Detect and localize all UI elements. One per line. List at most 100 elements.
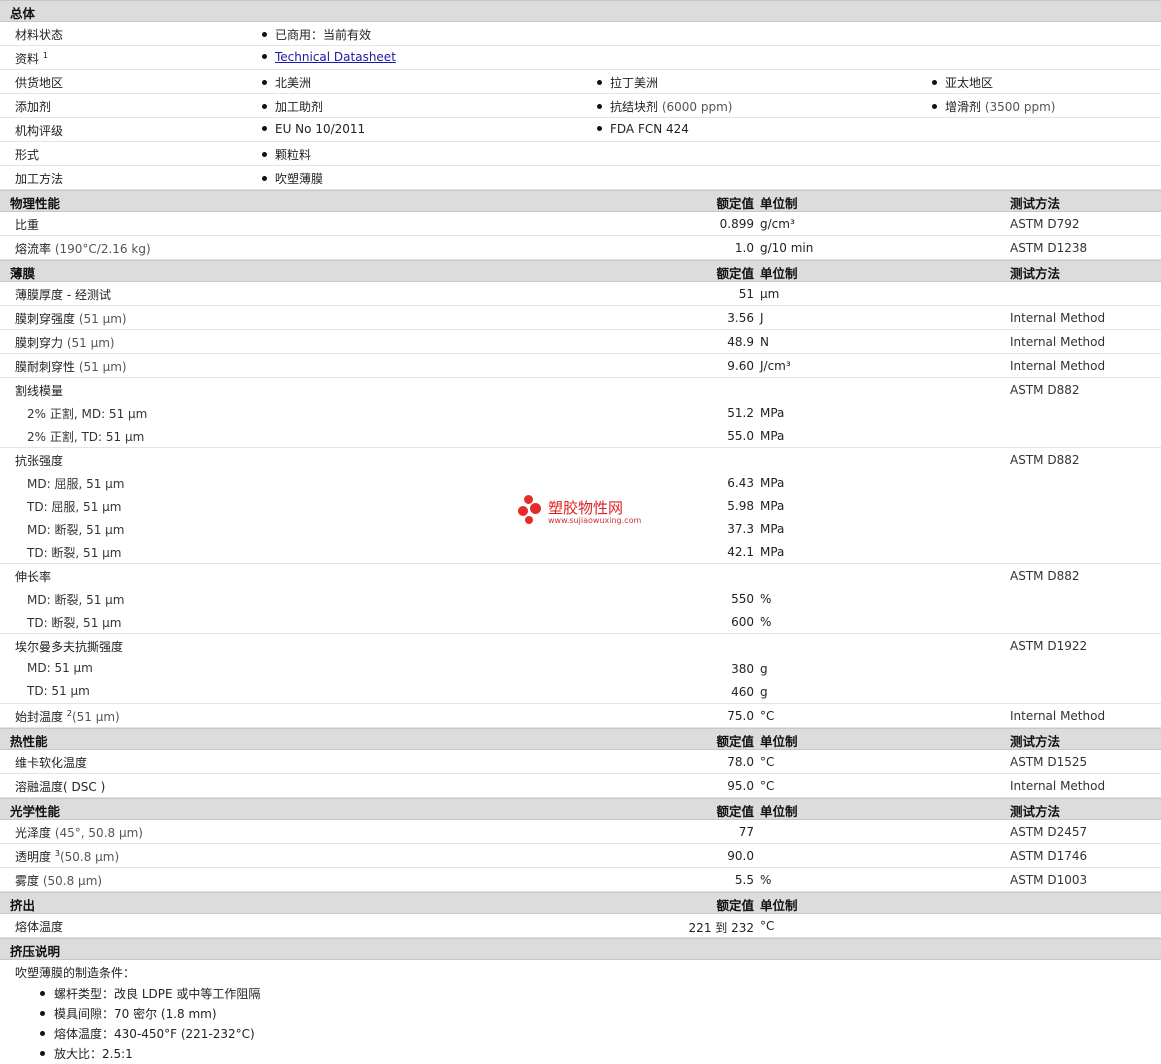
bullet-icon: [262, 80, 267, 85]
row-tear-td: TD: 51 µm 460 g: [0, 680, 1161, 704]
row-method: Internal Method: [1010, 311, 1106, 325]
header-value: 额定值: [716, 196, 754, 211]
section-header-notes: 挤压说明: [0, 938, 1161, 960]
row-film-thickness: 薄膜厚度 - 经测试 51 µm: [0, 282, 1161, 306]
header-value: 额定值: [716, 266, 754, 281]
row-process: 加工方法 吹塑薄膜: [0, 166, 1161, 190]
bullet-icon: [262, 176, 267, 181]
section-header-general: 总体: [0, 0, 1161, 22]
section-title: 挤出: [10, 898, 36, 913]
row-agency: 机构评级 EU No 10/2011 FDA FCN 424: [0, 118, 1161, 142]
watermark-url: www.sujiaowuxing.com: [548, 516, 642, 525]
list-item: 放大比：2.5:1: [40, 1044, 1161, 1064]
row-value: 3.56: [727, 311, 754, 325]
row-sublabel: MD: 屈服, 51 µm: [27, 477, 125, 491]
additive-item: 增滑剂 (3500 ppm): [932, 98, 1055, 115]
row-label: 抗张强度: [15, 454, 64, 468]
row-unit: g: [760, 662, 768, 676]
row-value: 0.899: [719, 217, 754, 231]
row-dart-impact: 膜刺穿强度 (51 µm) 3.56 J Internal Method: [0, 306, 1161, 330]
row-value: 221 到 232: [688, 921, 754, 935]
row-method: ASTM D1922: [1010, 639, 1088, 653]
row-elmendorf-tear: 埃尔曼多夫抗撕强度 ASTM D1922: [0, 634, 1161, 657]
bullet-icon: [40, 1011, 45, 1016]
row-specific-gravity: 比重 0.899 g/cm³ ASTM D792: [0, 212, 1161, 236]
row-supply-region: 供货地区 北美洲 拉丁美洲 亚太地区: [0, 70, 1161, 94]
datasheet-link[interactable]: Technical Datasheet: [275, 50, 396, 64]
row-method: ASTM D1525: [1010, 755, 1088, 769]
row-label: 加工方法: [15, 172, 64, 186]
row-secant-modulus: 割线模量 ASTM D882: [0, 378, 1161, 401]
bullet-icon: [262, 126, 267, 131]
row-elongation: 伸长率 ASTM D882: [0, 564, 1161, 587]
row-form: 形式 颗粒料: [0, 142, 1161, 166]
footnote-marker: 1: [42, 51, 48, 60]
row-method: ASTM D882: [1010, 453, 1080, 467]
bullet-icon: [262, 104, 267, 109]
additive-item: 加工助剂: [262, 98, 323, 115]
header-method: 测试方法: [1010, 734, 1061, 749]
row-label: 雾度 (50.8 µm): [15, 874, 103, 888]
row-label: 资料 1: [15, 51, 48, 66]
bullet-icon: [40, 1031, 45, 1036]
row-unit: %: [760, 873, 772, 887]
row-value: 42.1: [727, 545, 754, 559]
row-value: 77: [738, 825, 754, 839]
row-value: 51: [738, 287, 754, 301]
row-value: 1.0: [734, 241, 754, 255]
list-item: 熔体温度：430-450°F (221-232°C): [40, 1024, 1161, 1044]
row-label: 光泽度 (45°, 50.8 µm): [15, 826, 143, 840]
row-unit: J: [760, 311, 764, 325]
notes-intro: 吹塑薄膜的制造条件：: [15, 966, 136, 980]
header-unit: 单位制: [760, 266, 798, 281]
agency-item: EU No 10/2011: [262, 122, 365, 136]
row-label: 溶融温度( DSC ): [15, 780, 106, 794]
row-value: 37.3: [727, 522, 754, 536]
bullet-icon: [932, 104, 937, 109]
row-label: 熔体温度: [15, 920, 64, 934]
row-method: Internal Method: [1010, 335, 1106, 349]
row-method: Internal Method: [1010, 359, 1106, 373]
row-label: 比重: [15, 218, 40, 232]
header-unit: 单位制: [760, 196, 798, 211]
row-label: 材料状态: [15, 28, 64, 42]
bullet-icon: [262, 152, 267, 157]
list-item: 模具间隙：70 密尔 (1.8 mm): [40, 1004, 1161, 1024]
row-method: ASTM D882: [1010, 569, 1080, 583]
section-header-optical: 光学性能 额定值 单位制 测试方法: [0, 798, 1161, 820]
row-unit: °C: [760, 709, 775, 723]
row-value: 6.43: [727, 476, 754, 490]
row-unit: MPa: [760, 476, 785, 490]
header-unit: 单位制: [760, 898, 798, 913]
row-value: 90.0: [727, 849, 754, 863]
row-seal-initiation: 始封温度 2(51 µm) 75.0 °C Internal Method: [0, 704, 1161, 728]
row-label: 始封温度 2(51 µm): [15, 709, 120, 724]
header-unit: 单位制: [760, 734, 798, 749]
row-label: 供货地区: [15, 76, 64, 90]
row-sublabel: TD: 断裂, 51 µm: [27, 616, 122, 630]
row-unit: °C: [760, 755, 775, 769]
row-documents: 资料 1 Technical Datasheet: [0, 46, 1161, 70]
row-value: 5.98: [727, 499, 754, 513]
row-value: 95.0: [727, 779, 754, 793]
extrusion-notes: 吹塑薄膜的制造条件： 螺杆类型：改良 LDPE 或中等工作阻隔 模具间隙：70 …: [0, 960, 1161, 1064]
row-sublabel: TD: 断裂, 51 µm: [27, 546, 122, 560]
header-value: 额定值: [716, 804, 754, 819]
row-label: 膜刺穿强度 (51 µm): [15, 312, 127, 326]
header-method: 测试方法: [1010, 266, 1061, 281]
row-label: 薄膜厚度 - 经测试: [15, 288, 111, 302]
row-sublabel: MD: 断裂, 51 µm: [27, 593, 125, 607]
agency-item: FDA FCN 424: [597, 122, 689, 136]
row-tensile-strength: 抗张强度 ASTM D882: [0, 448, 1161, 471]
row-unit: g/10 min: [760, 241, 814, 255]
row-method: ASTM D882: [1010, 383, 1080, 397]
row-sublabel: 2% 正割, MD: 51 µm: [27, 407, 148, 421]
row-tear-md: MD: 51 µm 380 g: [0, 657, 1161, 680]
header-value: 额定值: [716, 898, 754, 913]
status-value: 已商用：当前有效: [262, 26, 371, 43]
row-label: 伸长率: [15, 570, 52, 584]
row-value: 550: [731, 592, 754, 606]
section-header-thermal: 热性能 额定值 单位制 测试方法: [0, 728, 1161, 750]
row-unit: MPa: [760, 522, 785, 536]
row-sublabel: MD: 断裂, 51 µm: [27, 523, 125, 537]
